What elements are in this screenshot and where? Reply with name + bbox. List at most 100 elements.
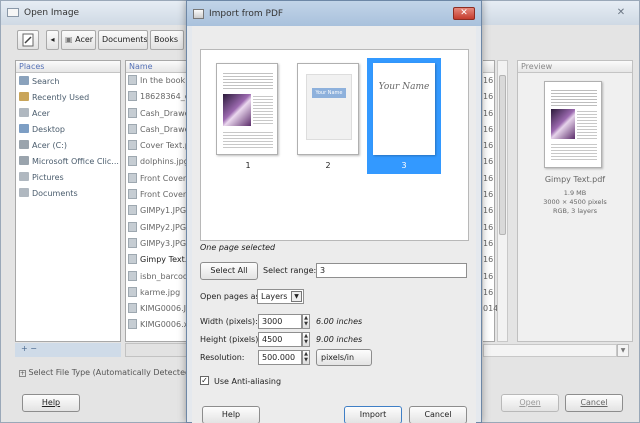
open-cancel-button[interactable]: Cancel [565,394,623,412]
modified-column: 16 16 16 16 16 16 16 16 16 16 16 16 16 16 014 [483,60,499,342]
modified-value: 16 [483,190,494,200]
modified-value: 16 [483,124,494,134]
file-icon [128,270,137,281]
file-list-item[interactable]: GIMPy2.JPG [126,220,187,236]
file-list-item[interactable]: KIMG0006.xc [126,317,187,333]
file-list-item[interactable]: karme.jpg [126,285,187,301]
page-2-image: Your Name [297,63,359,155]
open-pages-select[interactable]: Layers ▼ [257,289,304,304]
page-thumb-1[interactable]: 1 [207,58,289,170]
page-thumb-3-selected[interactable]: Your Name 3 [367,58,441,174]
file-list-item[interactable]: GIMPy3.JPG [126,236,187,252]
modified-value: 16 [483,157,494,167]
file-list-item[interactable]: In the book [126,73,187,89]
folder-icon [19,172,29,181]
path-back-button[interactable]: ◂ [46,30,59,50]
file-list-item[interactable]: KIMG0006.JF [126,301,187,317]
file-list-item[interactable]: GIMPy1.JPG [126,203,187,219]
dialog-titlebar[interactable]: Import from PDF ✕ [187,1,481,26]
file-list-item[interactable]: Gimpy Text.p [126,252,187,268]
edit-location-button[interactable] [17,30,39,50]
file-icon [128,140,137,151]
modified-value: 16 [483,238,494,248]
add-remove-bookmark[interactable]: + − [15,343,121,357]
file-list-item[interactable]: dolphins.jpg [126,154,187,170]
file-list-item[interactable]: 18628364_co [126,89,187,105]
modified-value: 014 [483,304,499,314]
file-list-item[interactable]: Front Cover [126,171,187,187]
import-button[interactable]: Import [344,406,402,423]
path-button-books[interactable]: Books [150,30,184,50]
page-1-text-lines [223,71,273,91]
page-thumbnails: 1 Your Name 2 Your Name 3 [200,49,469,241]
file-list-item[interactable]: Front Cover [126,187,187,203]
places-item[interactable]: Acer [16,106,120,122]
places-item[interactable]: Documents [16,186,120,202]
antialias-checkbox[interactable]: ✓ [200,376,209,385]
page-thumb-2[interactable]: Your Name 2 [287,58,369,170]
resolution-spin-button[interactable]: ▲ ▼ [302,350,310,365]
dialog-body: 1 Your Name 2 Your Name 3 One page selec… [192,26,476,423]
places-item[interactable]: Desktop [16,122,120,138]
file-icon [128,156,137,167]
close-icon[interactable]: ✕ [609,6,633,20]
preview-size: 1.9 MB [563,189,587,197]
preview-text-lines-3 [551,142,597,162]
select-range-input[interactable]: 3 [316,263,467,278]
places-item[interactable]: Recently Used [16,90,120,106]
file-icon [128,303,137,314]
clock-icon [19,92,29,101]
file-list-item[interactable]: Cover Text.p [126,138,187,154]
select-all-button[interactable]: Select All [200,262,258,280]
modified-header[interactable] [483,61,494,73]
file-list-item[interactable]: Cash_Drawe [126,106,187,122]
selection-status: One page selected [200,243,276,252]
file-list-vscroll[interactable] [497,60,508,342]
dialog-help-button[interactable]: Help [202,406,260,423]
width-label: Width (pixels): [200,317,258,326]
file-list-panel: Name In the book18628364_coCash_DraweCas… [125,60,188,342]
page-1-text-lines-3 [223,130,273,150]
file-icon [128,286,137,297]
location-scroll-arrow[interactable]: ▼ [617,344,629,357]
height-spin-button[interactable]: ▲ ▼ [302,332,310,347]
resolution-unit-select[interactable]: pixels/in [316,349,372,366]
width-input[interactable]: 3000 [258,314,302,329]
scrollbar-thumb[interactable] [499,75,506,235]
dialog-cancel-button[interactable]: Cancel [409,406,467,423]
dialog-close-icon[interactable]: ✕ [453,7,475,20]
page-2-label: Your Name [312,88,346,98]
places-header[interactable]: Places [16,61,120,73]
preview-header: Preview [518,61,632,73]
height-input[interactable]: 4500 [258,332,302,347]
path-button-documents[interactable]: Documents [98,30,148,50]
preview-filename: Gimpy Text.pdf [544,175,606,184]
places-item[interactable]: Acer (C:) [16,138,120,154]
resolution-input[interactable]: 500.000 [258,350,302,365]
places-item[interactable]: Microsoft Office Clic... [16,154,120,170]
width-spin-button[interactable]: ▲ ▼ [302,314,310,329]
modified-value: 16 [483,92,494,102]
bottom-field[interactable] [483,344,617,357]
antialias-label: Use Anti-aliasing [214,377,282,386]
file-list-item[interactable]: Cash_Drawe [126,122,187,138]
preview-thumbnail [544,81,602,168]
select-file-type-expander[interactable]: + Select File Type (Automatically Detect… [19,368,193,377]
window-title: Open Image [24,8,80,18]
open-button[interactable]: Open [501,394,559,412]
open-help-button[interactable]: Help [22,394,80,412]
places-item[interactable]: Search [16,74,120,90]
places-item[interactable]: Pictures [16,170,120,186]
file-icon [128,319,137,330]
preview-photo [551,109,575,139]
modified-value: 16 [483,206,494,216]
file-list: In the book18628364_coCash_DraweCash_Dra… [126,73,187,334]
drive-icon [19,156,29,165]
modified-value: 16 [483,287,494,297]
preview-layers: RGB, 3 layers [552,207,598,215]
modified-value: 16 [483,271,494,281]
path-button-acer[interactable]: ▣ Acer [61,30,96,50]
name-column-header[interactable]: Name [126,61,187,73]
file-list-item[interactable]: isbn_barcod [126,269,187,285]
file-list-hscroll[interactable] [125,343,188,357]
